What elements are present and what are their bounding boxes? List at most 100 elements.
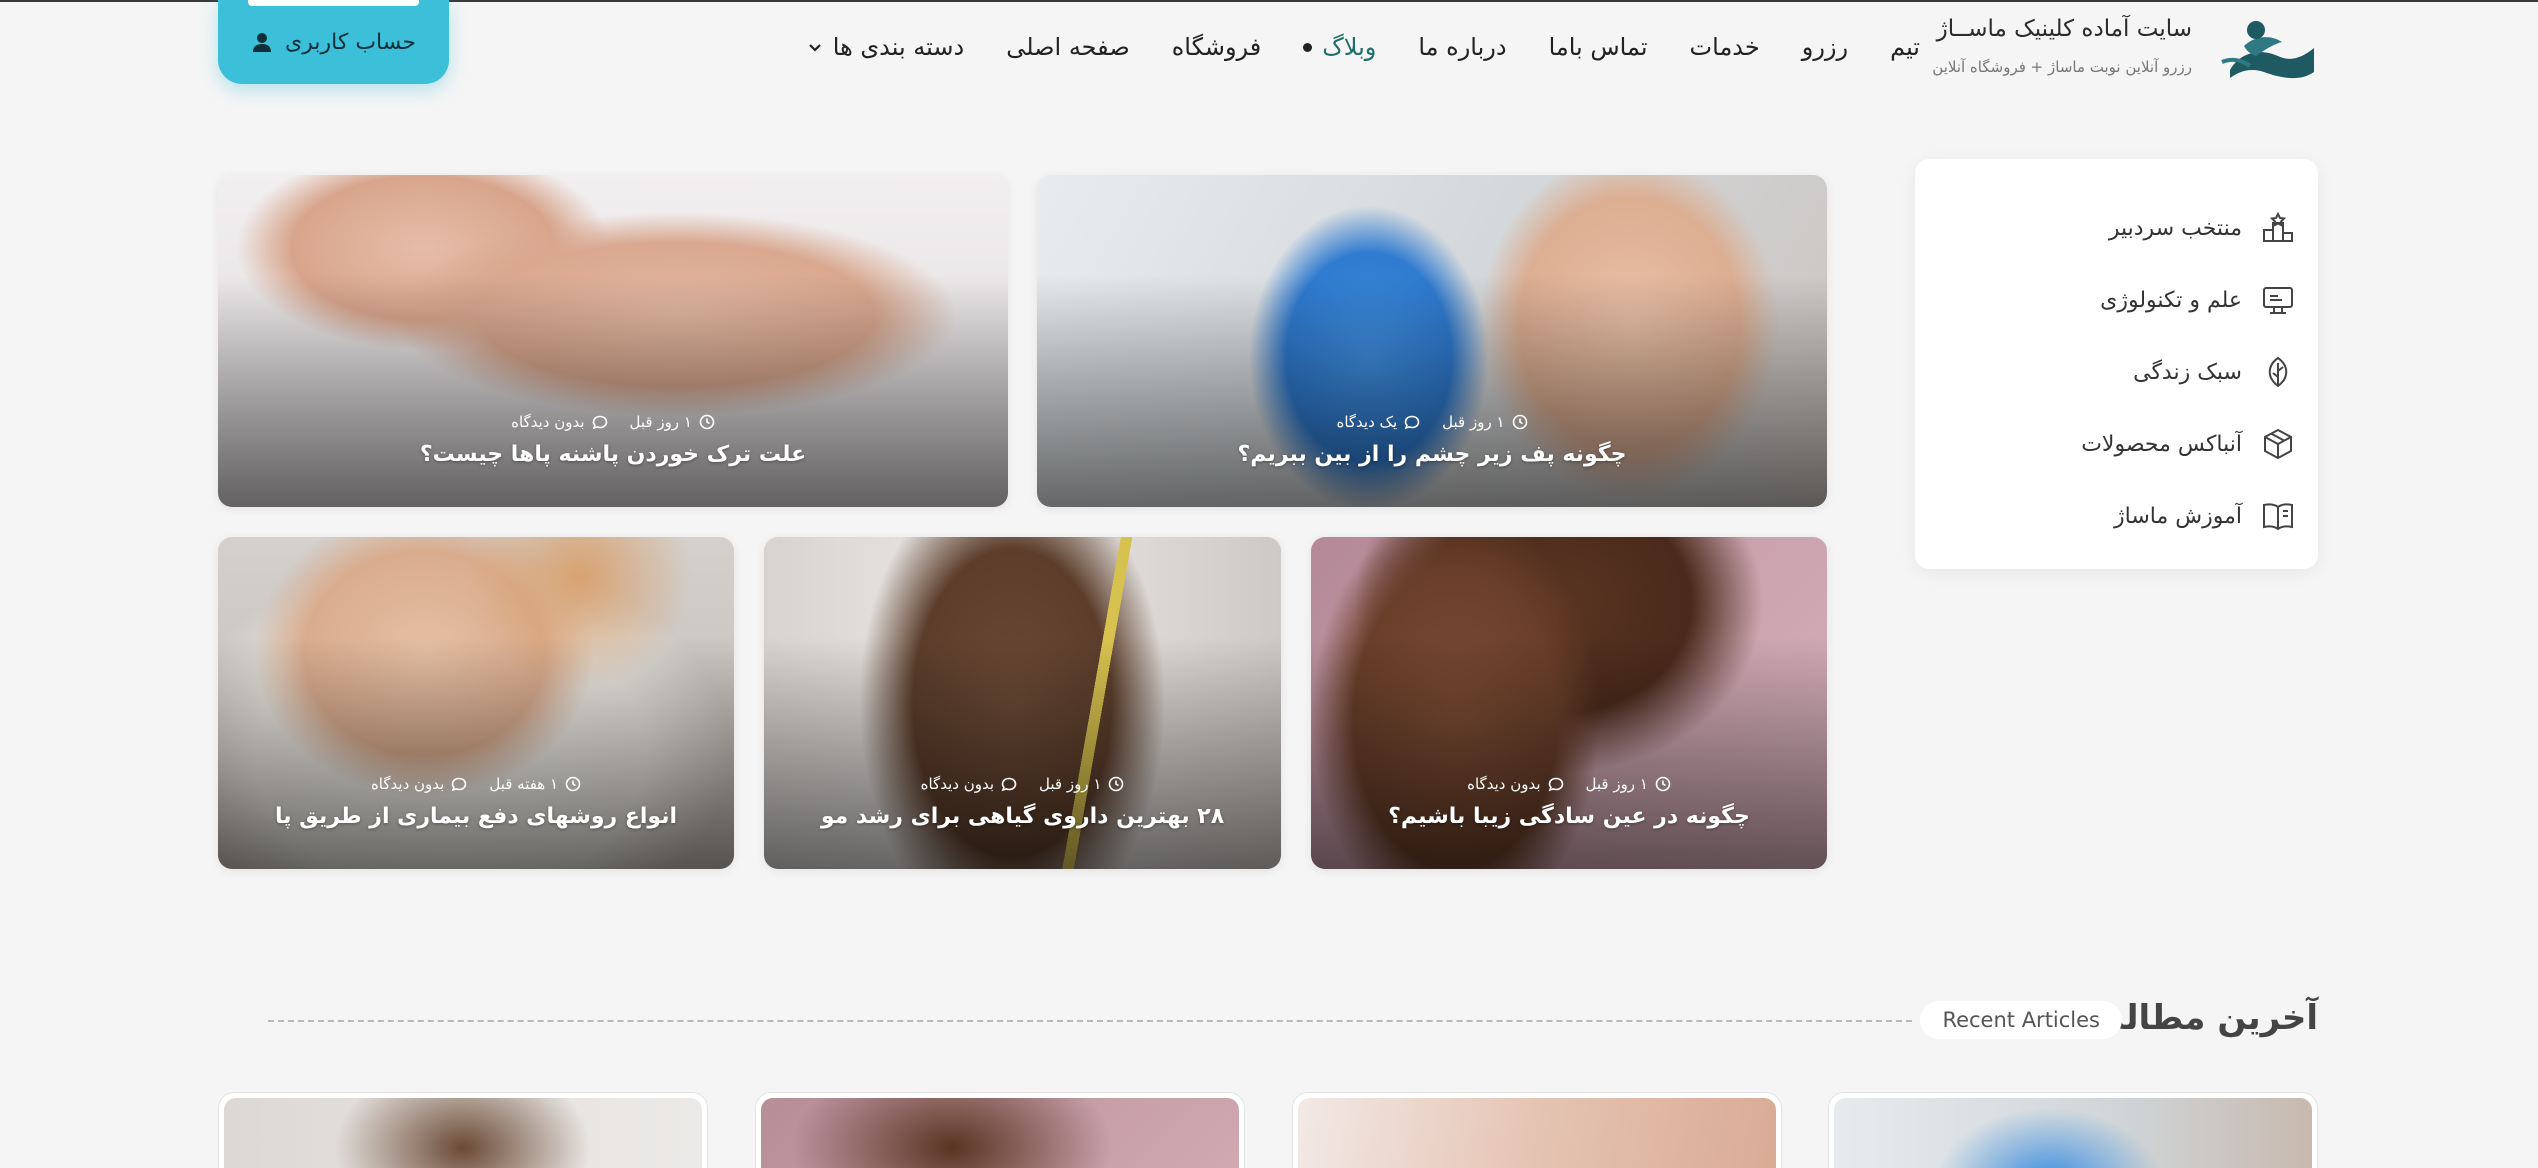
sidebar-item-label: آموزش ماساژ [2114, 503, 2242, 529]
post-title[interactable]: انواع روشهای دفع بیماری از طریق پا [218, 804, 734, 829]
sidebar-item-massage-training[interactable]: آموزش ماساژ [1915, 480, 2318, 552]
nav-shop[interactable]: فروشگاه [1172, 33, 1262, 61]
post-comments[interactable]: بدون دیدگاه [371, 775, 467, 793]
featured-post[interactable]: ۱ روز قبل بدون دیدگاه ۲۸ بهترین داروی گی… [764, 537, 1281, 869]
podium-icon [2260, 210, 2296, 246]
comment-icon [1404, 415, 1420, 430]
sidebar-item-label: سبک زندگی [2133, 359, 2242, 385]
leaf-icon [2260, 354, 2296, 390]
nav-blog[interactable]: وبلاگ [1303, 33, 1376, 61]
user-icon [253, 33, 272, 52]
comment-icon [1548, 777, 1563, 792]
section-subtitle-pill: Recent Articles [1920, 1001, 2122, 1039]
nav-contact[interactable]: تماس باما [1549, 33, 1648, 61]
post-time: ۱ روز قبل [1039, 775, 1124, 793]
post-title[interactable]: علت ترک خوردن پاشنه پاها چیست؟ [218, 442, 1008, 467]
account-button-bar [248, 0, 419, 6]
nav-label: فروشگاه [1171, 33, 1262, 61]
post-title[interactable]: چگونه در عین سادگی زیبا باشیم؟ [1311, 804, 1827, 829]
main-nav: دسته بندی ها صفحه اصلی فروشگاه وبلاگ درب… [807, 33, 1920, 61]
brand-subtitle: رزرو آنلاین نوبت ماساژ + فروشگاه آنلاین [1932, 58, 2192, 76]
logo-icon[interactable] [2220, 12, 2318, 86]
article-card[interactable] [1292, 1092, 1782, 1168]
post-comments[interactable]: بدون دیدگاه [511, 413, 607, 431]
chevron-down-icon [808, 44, 821, 52]
sidebar-item-label: آنباکس محصولات [2081, 431, 2242, 457]
post-time: ۱ روز قبل [1442, 413, 1527, 431]
post-meta: ۱ هفته قبل بدون دیدگاه [218, 775, 734, 793]
featured-post[interactable]: ۱ روز قبل بدون دیدگاه چگونه در عین سادگی… [1311, 537, 1827, 869]
nav-about[interactable]: درباره ما [1418, 33, 1506, 61]
article-card-image [1834, 1098, 2312, 1168]
clock-icon [699, 414, 715, 430]
post-overlay [218, 636, 734, 869]
post-comments[interactable]: یک دیدگاه [1336, 413, 1420, 431]
post-overlay [218, 274, 1008, 507]
clock-icon [1109, 776, 1124, 792]
nav-label: رزرو [1801, 33, 1849, 61]
post-overlay [1037, 274, 1827, 507]
clock-icon [565, 776, 581, 792]
post-meta: ۱ روز قبل یک دیدگاه [1037, 413, 1827, 431]
article-card-image [761, 1098, 1239, 1168]
article-card[interactable] [755, 1092, 1245, 1168]
book-icon [2260, 498, 2296, 534]
dot-icon [1303, 42, 1313, 52]
box-icon [2260, 426, 2296, 462]
post-time: ۱ هفته قبل [489, 775, 581, 793]
article-card[interactable] [1828, 1092, 2318, 1168]
article-card-image [1298, 1098, 1776, 1168]
nav-label: تیم [1890, 33, 1920, 61]
featured-post[interactable]: ۱ روز قبل بدون دیدگاه علت ترک خوردن پاشن… [218, 175, 1008, 507]
post-comments-text: یک دیدگاه [1336, 413, 1398, 431]
post-time-text: ۱ روز قبل [1442, 413, 1505, 431]
post-overlay [1311, 636, 1827, 869]
post-time: ۱ روز قبل [1586, 775, 1671, 793]
post-time-text: ۱ هفته قبل [489, 775, 559, 793]
post-meta: ۱ روز قبل بدون دیدگاه [218, 413, 1008, 431]
comment-icon [452, 777, 467, 792]
brand-title[interactable]: سایت آماده کلینیک ماســاژ [1937, 16, 2192, 42]
featured-post[interactable]: ۱ روز قبل یک دیدگاه چگونه پف زیر چشم را … [1037, 175, 1827, 507]
featured-post[interactable]: ۱ هفته قبل بدون دیدگاه انواع روشهای دفع … [218, 537, 734, 869]
post-comments-text: بدون دیدگاه [920, 775, 994, 793]
nav-label: صفحه اصلی [1006, 33, 1130, 61]
post-title[interactable]: ۲۸ بهترین داروی گیاهی برای رشد مو [764, 804, 1281, 829]
account-button[interactable]: حساب کاربری [218, 0, 449, 84]
post-comments-text: بدون دیدگاه [511, 413, 585, 431]
nav-label: وبلاگ [1322, 33, 1377, 61]
post-comments-text: بدون دیدگاه [1467, 775, 1541, 793]
nav-categories[interactable]: دسته بندی ها [807, 33, 964, 61]
clock-icon [1512, 414, 1527, 430]
post-overlay [764, 636, 1281, 869]
post-comments-text: بدون دیدگاه [370, 775, 445, 793]
nav-services[interactable]: خدمات [1690, 33, 1760, 61]
monitor-icon [2260, 282, 2296, 318]
clock-icon [1655, 776, 1671, 792]
nav-label: تماس باما [1548, 33, 1648, 61]
nav-team[interactable]: تیم [1890, 33, 1920, 61]
nav-label: خدمات [1689, 33, 1760, 61]
nav-home[interactable]: صفحه اصلی [1006, 33, 1130, 61]
category-sidebar: منتخب سردبیر علم و تکنولوژی سبک زندگی آن… [1915, 159, 2318, 569]
post-title[interactable]: چگونه پف زیر چشم را از بین ببریم؟ [1037, 442, 1827, 467]
sidebar-item-lifestyle[interactable]: سبک زندگی [1915, 336, 2318, 408]
sidebar-item-unboxing[interactable]: آنباکس محصولات [1915, 408, 2318, 480]
post-meta: ۱ روز قبل بدون دیدگاه [1311, 775, 1827, 793]
account-label: حساب کاربری [285, 29, 416, 55]
sidebar-item-label: علم و تکنولوژی [2100, 287, 2242, 313]
sidebar-item-label: منتخب سردبیر [2108, 215, 2242, 241]
sidebar-item-editors-pick[interactable]: منتخب سردبیر [1915, 192, 2318, 264]
article-card[interactable] [218, 1092, 708, 1168]
post-time: ۱ روز قبل [630, 413, 715, 431]
nav-booking[interactable]: رزرو [1802, 33, 1848, 61]
post-time-text: ۱ روز قبل [1039, 775, 1102, 793]
section-title: آخرین مطالب [2089, 998, 2318, 1038]
post-time-text: ۱ روز قبل [629, 413, 692, 431]
post-comments[interactable]: بدون دیدگاه [921, 775, 1017, 793]
post-meta: ۱ روز قبل بدون دیدگاه [764, 775, 1281, 793]
nav-label: دسته بندی ها [832, 33, 965, 61]
article-card-image [224, 1098, 702, 1168]
post-comments[interactable]: بدون دیدگاه [1467, 775, 1563, 793]
sidebar-item-science[interactable]: علم و تکنولوژی [1915, 264, 2318, 336]
